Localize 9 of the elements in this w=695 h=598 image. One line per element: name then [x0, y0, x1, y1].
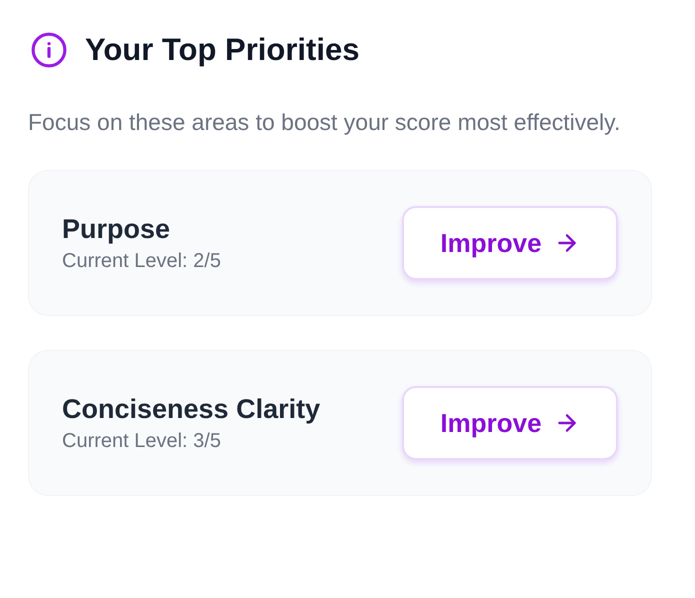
improve-button[interactable]: Improve: [402, 206, 618, 280]
info-icon: [30, 31, 68, 69]
current-level: Current Level: 3/5: [62, 429, 222, 454]
section-title: Your Top Priorities: [85, 31, 360, 69]
improve-button[interactable]: Improve: [402, 386, 618, 460]
priority-name: Purpose: [62, 213, 172, 246]
current-level: Current Level: 2/5: [62, 249, 221, 274]
priority-name: Conciseness Clarity: [62, 393, 320, 426]
section-description: Focus on these areas to boost your score most effectively.: [28, 108, 622, 137]
